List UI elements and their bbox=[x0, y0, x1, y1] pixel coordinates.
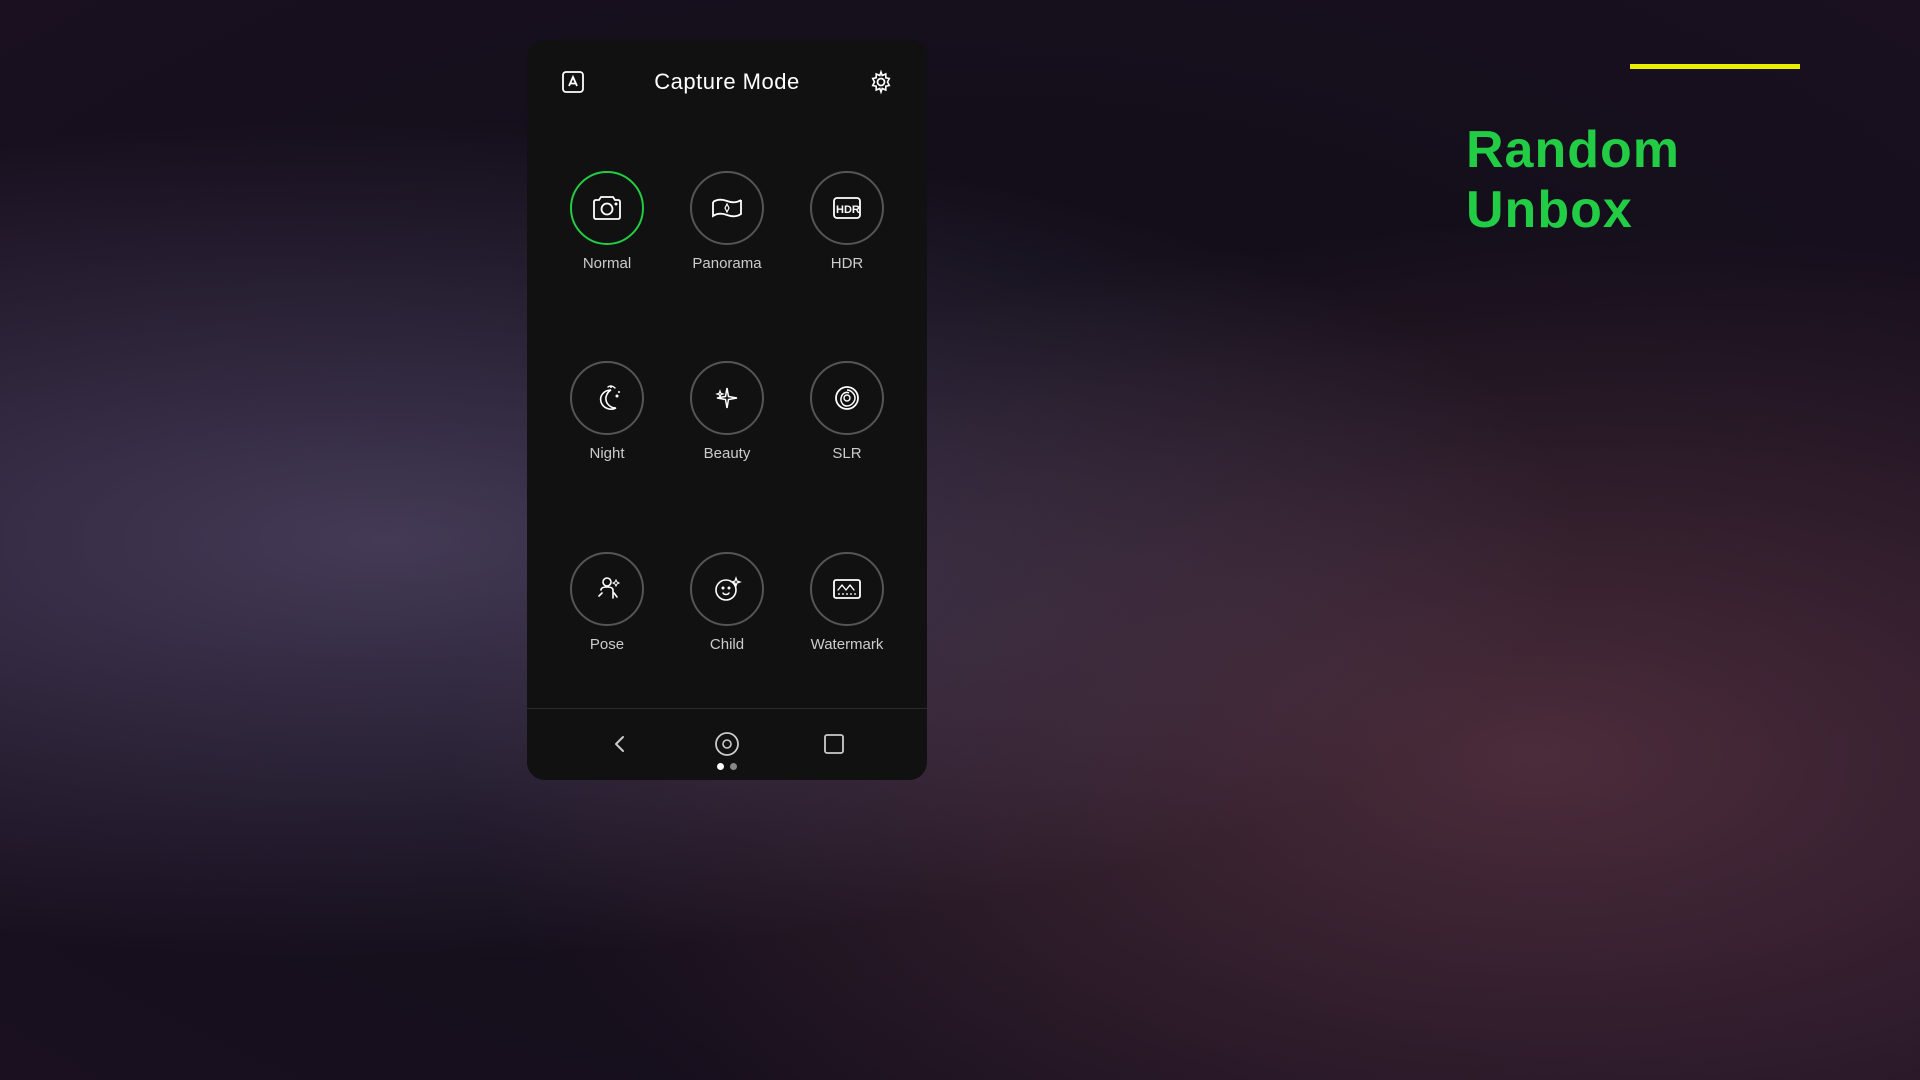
settings-button[interactable] bbox=[863, 64, 899, 100]
panorama-label: Panorama bbox=[692, 255, 761, 272]
mode-grid: Normal Panorama HDR HDR bbox=[527, 116, 927, 708]
edit-button[interactable] bbox=[555, 64, 591, 100]
mode-hdr[interactable]: HDR HDR bbox=[800, 161, 894, 282]
back-icon bbox=[608, 732, 632, 756]
navigation-bar bbox=[527, 708, 927, 780]
pose-label: Pose bbox=[590, 636, 624, 653]
page-dots bbox=[717, 763, 737, 770]
page-title: Capture Mode bbox=[654, 69, 799, 95]
phone-frame: Capture Mode Normal bbox=[527, 40, 927, 780]
night-icon bbox=[589, 380, 625, 416]
brand-text: Random Unbox bbox=[1466, 120, 1680, 240]
brand-container: Random Unbox bbox=[1630, 60, 1800, 69]
brand-unbox: Unbox bbox=[1466, 181, 1633, 239]
svg-text:HDR: HDR bbox=[836, 204, 860, 216]
settings-icon bbox=[868, 69, 894, 95]
beauty-icon bbox=[709, 380, 745, 416]
brand-underline bbox=[1630, 64, 1800, 69]
recents-icon bbox=[822, 732, 846, 756]
normal-label: Normal bbox=[583, 255, 631, 272]
capture-mode-header: Capture Mode bbox=[527, 40, 927, 116]
night-icon-circle bbox=[570, 361, 644, 435]
hdr-icon: HDR bbox=[829, 190, 865, 226]
beauty-icon-circle bbox=[690, 361, 764, 435]
normal-icon-circle bbox=[570, 171, 644, 245]
slr-icon bbox=[829, 380, 865, 416]
hdr-label: HDR bbox=[831, 255, 864, 272]
watermark-label: Watermark bbox=[811, 636, 884, 653]
edit-icon bbox=[560, 69, 586, 95]
panorama-icon-circle bbox=[690, 171, 764, 245]
dot-active bbox=[717, 763, 724, 770]
mode-watermark[interactable]: Watermark bbox=[800, 542, 894, 663]
mode-night[interactable]: Night bbox=[560, 351, 654, 472]
dot-inactive bbox=[730, 763, 737, 770]
mode-panorama[interactable]: Panorama bbox=[680, 161, 774, 282]
beauty-label: Beauty bbox=[704, 445, 751, 462]
home-button[interactable] bbox=[711, 728, 743, 760]
mode-pose[interactable]: Pose bbox=[560, 542, 654, 663]
child-icon bbox=[709, 571, 745, 607]
hdr-icon-circle: HDR bbox=[810, 171, 884, 245]
watermark-icon-circle bbox=[810, 552, 884, 626]
slr-label: SLR bbox=[832, 445, 861, 462]
mode-beauty[interactable]: Beauty bbox=[680, 351, 774, 472]
mode-normal[interactable]: Normal bbox=[560, 161, 654, 282]
child-label: Child bbox=[710, 636, 744, 653]
pose-icon-circle bbox=[570, 552, 644, 626]
night-label: Night bbox=[589, 445, 624, 462]
mode-child[interactable]: Child bbox=[680, 542, 774, 663]
mode-slr[interactable]: SLR bbox=[800, 351, 894, 472]
child-icon-circle bbox=[690, 552, 764, 626]
recents-button[interactable] bbox=[818, 728, 850, 760]
slr-icon-circle bbox=[810, 361, 884, 435]
watermark-icon bbox=[829, 571, 865, 607]
camera-icon bbox=[589, 190, 625, 226]
home-icon bbox=[714, 731, 740, 757]
panorama-icon bbox=[709, 190, 745, 226]
back-button[interactable] bbox=[604, 728, 636, 760]
pose-icon bbox=[589, 571, 625, 607]
brand-random: Random bbox=[1466, 121, 1680, 179]
